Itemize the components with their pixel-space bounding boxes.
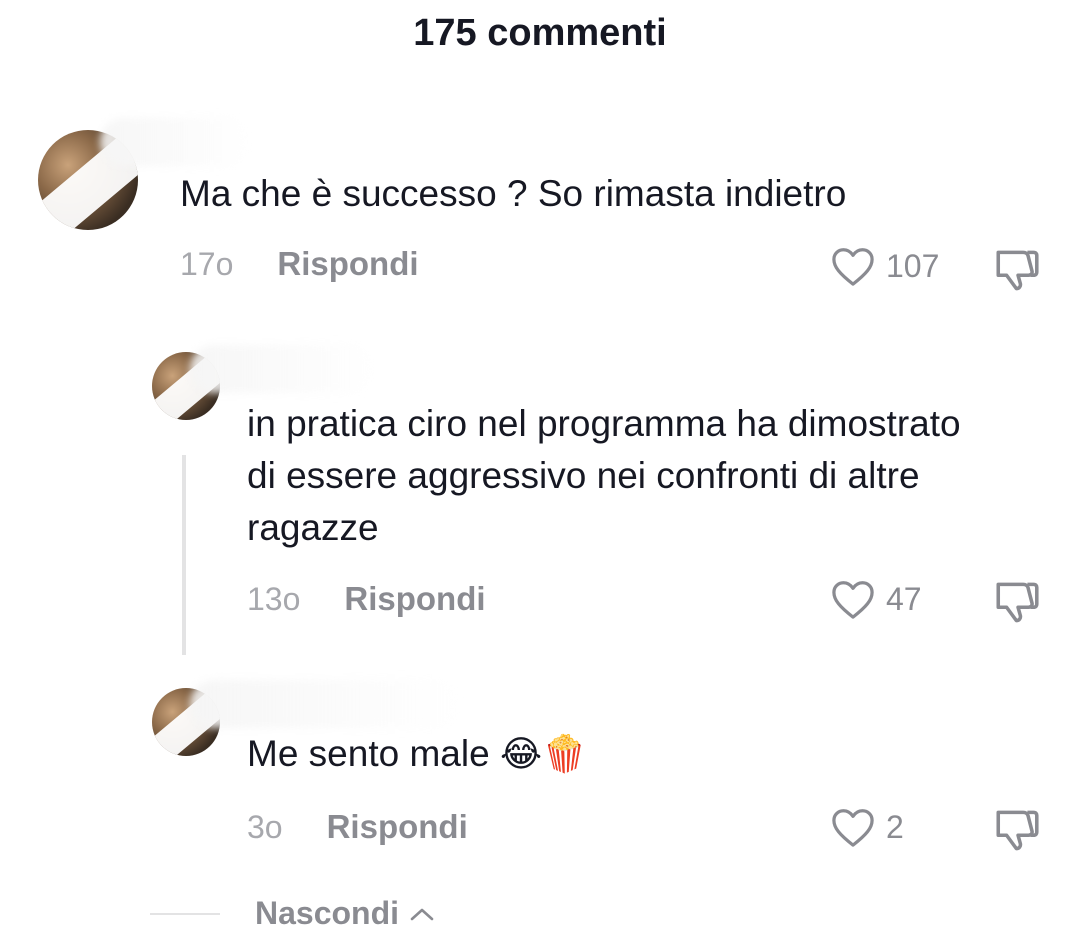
username-redacted	[190, 345, 375, 393]
hide-replies-divider	[150, 912, 220, 915]
like-button[interactable]: 47	[830, 578, 922, 620]
thumbs-down-icon[interactable]	[992, 246, 1042, 292]
chevron-up-icon	[410, 908, 434, 920]
heart-outline-icon	[832, 581, 874, 619]
comments-sheet: 175 commenti Ma che è successo ? So rima…	[0, 0, 1080, 951]
comment-text-content: Me sento male	[247, 733, 490, 774]
heart-outline-icon	[832, 248, 874, 286]
reply-button[interactable]: Rispondi	[277, 245, 418, 283]
like-count: 107	[886, 247, 940, 284]
comment-time: 13o	[247, 580, 301, 617]
username-redacted	[100, 118, 250, 166]
thumbs-down-icon[interactable]	[992, 578, 1042, 624]
comment-time: 17o	[180, 245, 234, 282]
hide-replies-button[interactable]: Nascondi	[255, 895, 399, 932]
like-button[interactable]: 2	[830, 806, 904, 848]
hide-replies-row[interactable]: Nascondi	[150, 895, 435, 932]
comment-meta: 3o Rispondi	[247, 808, 468, 846]
comment-time: 3o	[247, 808, 283, 845]
comment-text: Me sento male 😂🍿	[247, 728, 587, 780]
like-count: 2	[886, 808, 904, 845]
heart-outline-icon	[832, 809, 874, 847]
username-redacted	[190, 680, 460, 728]
like-count: 47	[886, 580, 922, 617]
thumbs-down-icon[interactable]	[992, 806, 1042, 852]
reply-button[interactable]: Rispondi	[344, 580, 485, 618]
comment-text: in pratica ciro nel programma ha dimostr…	[247, 403, 961, 548]
comment-text: Ma che è successo ? So rimasta indietro	[180, 173, 847, 214]
comments-count-title: 175 commenti	[413, 12, 667, 54]
comment-meta: 17o Rispondi	[180, 245, 419, 283]
comment-meta: 13o Rispondi	[247, 580, 486, 618]
laugh-popcorn-emoji: 😂🍿	[499, 733, 587, 774]
reply-button[interactable]: Rispondi	[327, 808, 468, 846]
like-button[interactable]: 107	[830, 245, 939, 287]
reply-thread-line	[182, 455, 186, 655]
